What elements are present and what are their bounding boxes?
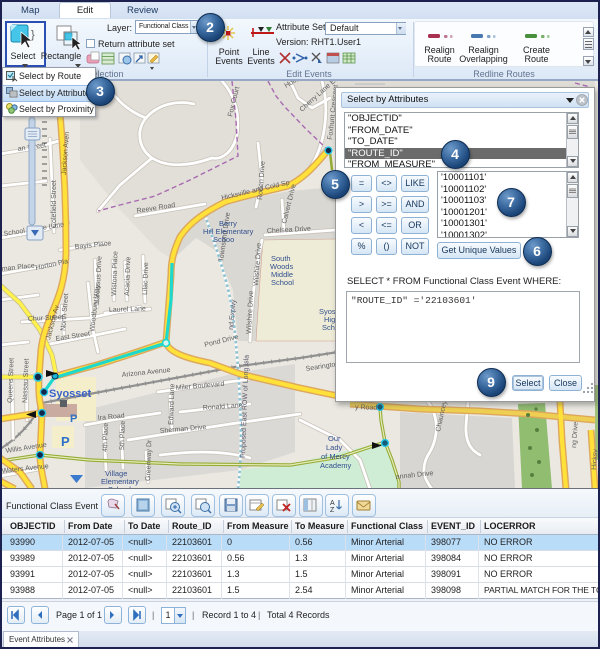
svg-text:Lady: Lady [326, 443, 343, 452]
svg-text:Sch: Sch [322, 323, 335, 332]
svg-text:y Road: y Road [355, 404, 378, 412]
svg-text:Our: Our [328, 434, 341, 443]
svg-text:Colefield Street: Colefield Street [51, 180, 58, 228]
svg-text:Z: Z [330, 507, 335, 514]
svg-text:Laurel Lane: Laurel Lane [109, 306, 146, 314]
svg-text:School: School [271, 278, 294, 287]
svg-text:Hicksv: Hicksv [591, 449, 599, 471]
svg-text:P: P [61, 434, 70, 449]
svg-text:5th Place: 5th Place [119, 421, 127, 451]
svg-text:}: } [31, 29, 35, 41]
svg-text:of Mercy: of Mercy [321, 452, 350, 461]
svg-text:Syosset: Syosset [49, 388, 92, 400]
svg-text:Greenway Dr: Greenway Dr [145, 439, 153, 481]
svg-text:4th Place: 4th Place [102, 423, 110, 453]
svg-text:Academy: Academy [320, 461, 352, 470]
svg-text:Acacia Drive: Acacia Drive [124, 256, 132, 296]
svg-text:A: A [330, 500, 335, 507]
svg-text:Lilac Drive: Lilac Drive [142, 262, 150, 295]
svg-text:Schoo: Schoo [213, 235, 234, 244]
svg-text:P: P [70, 413, 77, 425]
